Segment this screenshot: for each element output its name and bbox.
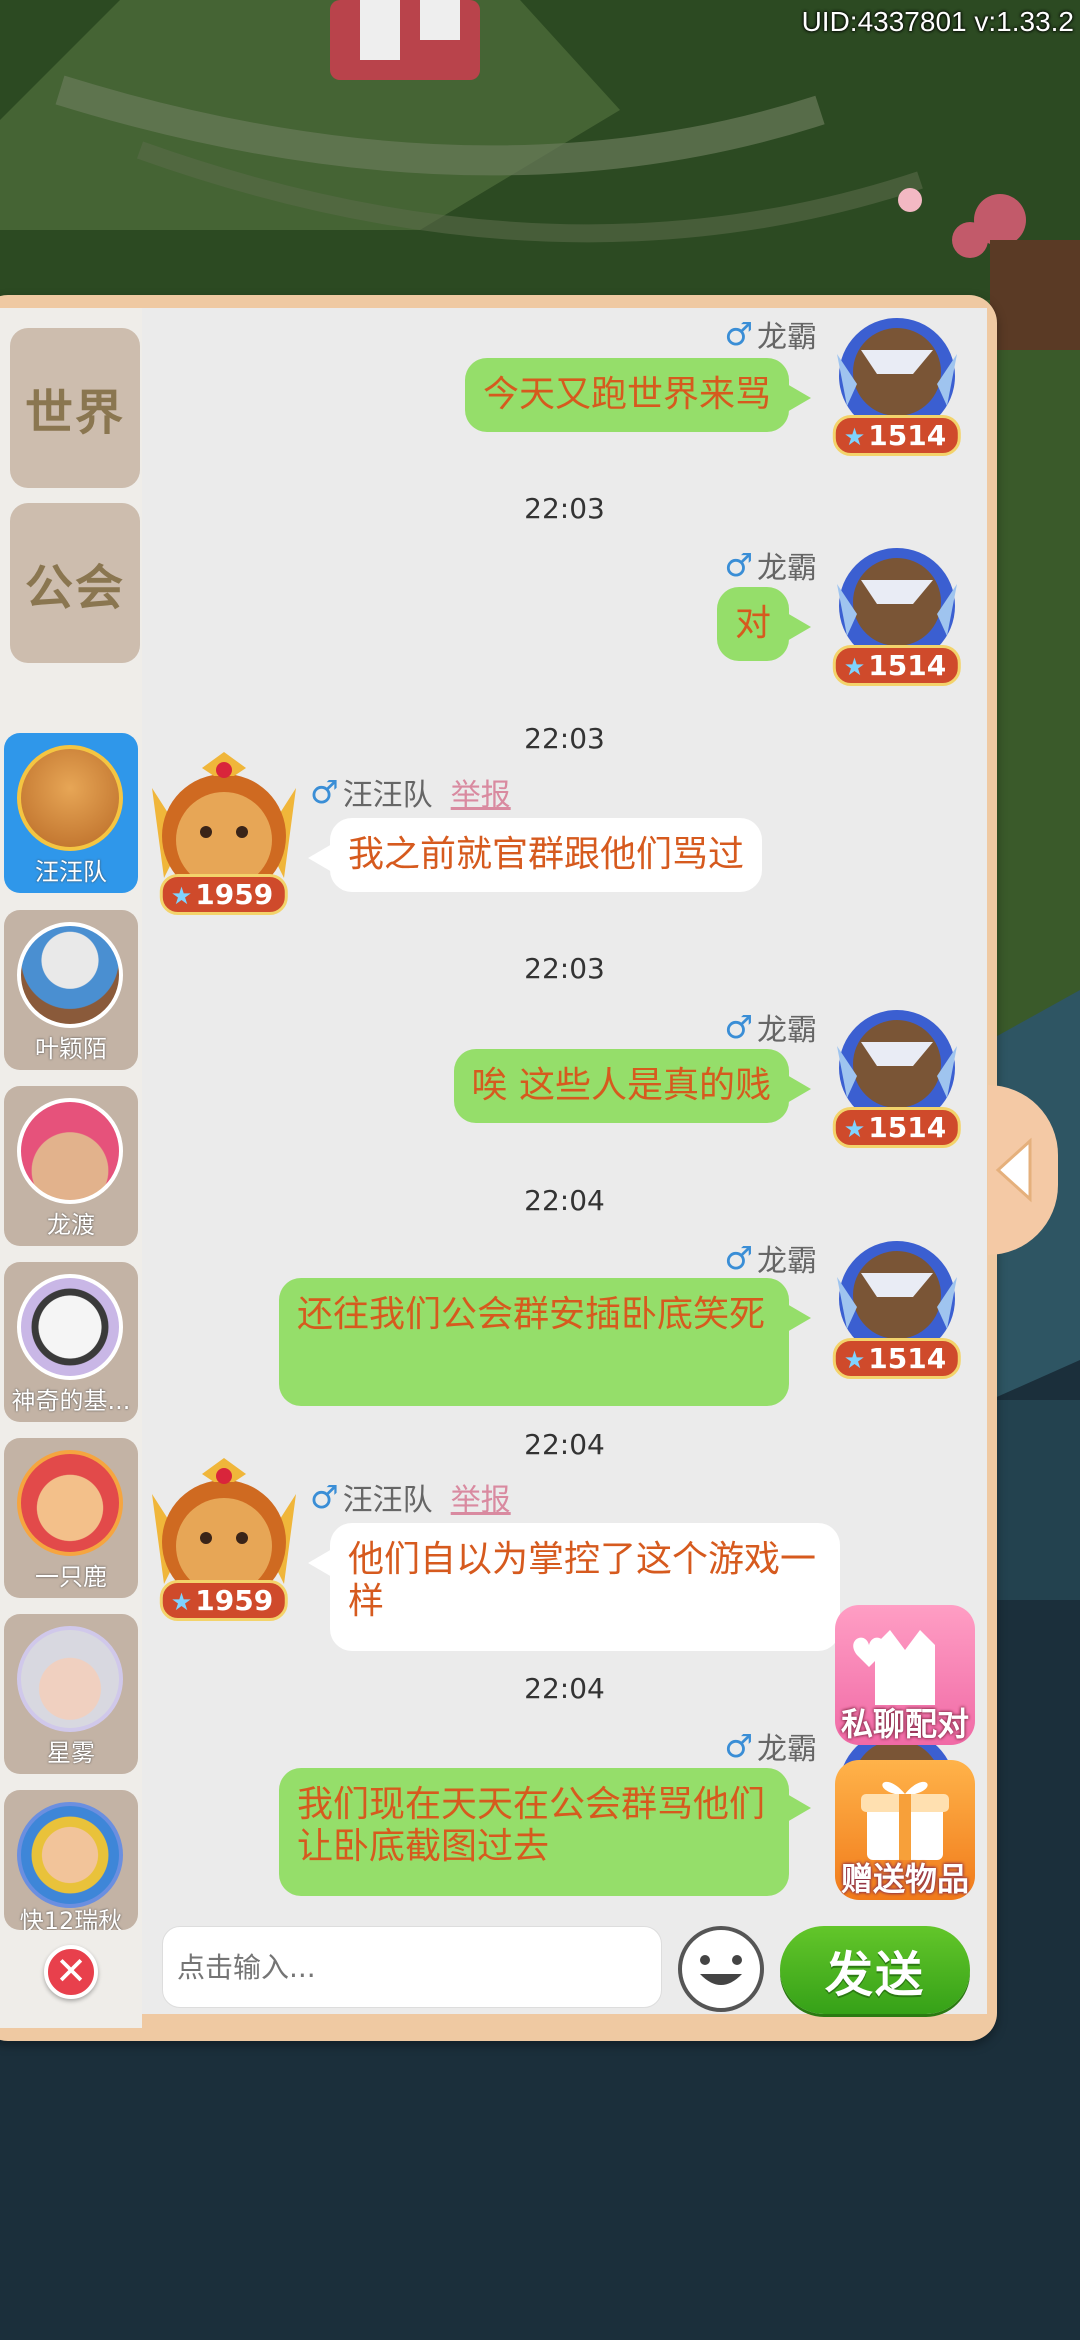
tab-guild[interactable]: 公会 bbox=[10, 503, 140, 663]
user-avatar[interactable]: ★ 1959 bbox=[144, 1454, 304, 1629]
contact-item-xingwu[interactable]: 星雾 bbox=[4, 1614, 138, 1774]
level-badge: 1514 bbox=[868, 1111, 947, 1144]
sender-label: ♂ 汪汪队 举报 bbox=[310, 1475, 511, 1519]
user-avatar[interactable]: ★ 1514 bbox=[817, 544, 977, 694]
chat-bubble-theirs: 他们自以为掌控了这个游戏一样 bbox=[308, 1523, 840, 1651]
chat-bubble-theirs: 我之前就官群跟他们骂过 bbox=[307, 818, 763, 892]
level-badge: 1514 bbox=[868, 1342, 947, 1375]
triangle-left-icon bbox=[995, 1137, 1032, 1203]
private-match-label: 私聊配对 bbox=[840, 1705, 969, 1743]
sender-label: ♂ 汪汪队 举报 bbox=[310, 770, 511, 814]
user-avatar[interactable]: ★ 1959 bbox=[144, 748, 304, 923]
chat-bubble-mine: 对 bbox=[716, 587, 812, 661]
timestamp: 22:04 bbox=[524, 1184, 605, 1217]
contact-name: 叶颖陌 bbox=[35, 1035, 107, 1063]
timestamp: 22:03 bbox=[524, 492, 605, 525]
sender-label: ♂ 龙霸 bbox=[724, 1239, 817, 1279]
contact-avatar bbox=[17, 1274, 123, 1380]
report-link[interactable]: 举报 bbox=[451, 770, 511, 814]
sender-label: ♂ 龙霸 bbox=[724, 1727, 817, 1767]
contact-name: 龙渡 bbox=[47, 1211, 95, 1239]
send-button[interactable]: 发送 bbox=[780, 1926, 970, 2014]
male-icon: ♂ bbox=[724, 546, 753, 584]
level-badge: 1959 bbox=[195, 878, 274, 911]
contact-name: 汪汪队 bbox=[35, 858, 107, 886]
male-icon: ♂ bbox=[310, 773, 339, 811]
tab-world[interactable]: 世界 bbox=[10, 328, 140, 488]
private-match-button[interactable]: 私聊配对 bbox=[835, 1605, 975, 1745]
male-icon: ♂ bbox=[724, 315, 753, 353]
contact-avatar bbox=[17, 1450, 123, 1556]
contact-name: 星雾 bbox=[47, 1739, 95, 1767]
channel-sidebar: 世界 公会 汪汪队 叶颖陌 龙渡 神奇的基... 一只鹿 星雾 快12瑞秋 bbox=[0, 308, 142, 2028]
chat-input[interactable] bbox=[162, 1926, 662, 2008]
chat-bubble-mine: 今天又跑世界来骂 bbox=[464, 358, 812, 432]
report-link[interactable]: 举报 bbox=[451, 1475, 511, 1519]
chat-bubble-mine: 唉 这些人是真的贱 bbox=[453, 1049, 812, 1123]
contact-name: 神奇的基... bbox=[11, 1387, 131, 1415]
contact-avatar bbox=[17, 1626, 123, 1732]
contact-avatar bbox=[17, 745, 123, 851]
contact-avatar bbox=[17, 922, 123, 1028]
contact-item-longdu[interactable]: 龙渡 bbox=[4, 1086, 138, 1246]
chat-bubble-mine: 我们现在天天在公会群骂他们 让卧底截图过去 bbox=[279, 1768, 811, 1896]
contact-item-yizhilu[interactable]: 一只鹿 bbox=[4, 1438, 138, 1598]
level-badge: 1959 bbox=[195, 1584, 274, 1617]
sender-label: ♂ 龙霸 bbox=[724, 546, 817, 586]
close-chat-button[interactable]: ✕ bbox=[44, 1945, 98, 1999]
male-icon: ♂ bbox=[724, 1239, 753, 1277]
user-avatar[interactable]: ★ 1514 bbox=[817, 1237, 977, 1387]
contact-avatar bbox=[17, 1098, 123, 1204]
level-badge: 1514 bbox=[868, 419, 947, 452]
chat-input-bar: 发送 bbox=[142, 1904, 987, 2014]
male-icon: ♂ bbox=[724, 1008, 753, 1046]
smiley-icon bbox=[700, 1955, 742, 1985]
collapse-panel-tab[interactable] bbox=[988, 1085, 1058, 1255]
contact-item-yeyingmo[interactable]: 叶颖陌 bbox=[4, 910, 138, 1070]
user-avatar[interactable]: ★ 1514 bbox=[817, 1006, 977, 1156]
contact-item-kuai12ruiqiu[interactable]: 快12瑞秋 bbox=[4, 1790, 138, 1930]
user-avatar[interactable]: ★ 1514 bbox=[817, 314, 977, 464]
emoji-button[interactable] bbox=[678, 1926, 764, 2012]
sender-label: ♂ 龙霸 bbox=[724, 1008, 817, 1048]
uid-version-label: UID:4337801 v:1.33.2 bbox=[801, 6, 1074, 37]
contact-avatar bbox=[17, 1802, 123, 1908]
send-gift-button[interactable]: 赠送物品 bbox=[835, 1760, 975, 1900]
sender-label: ♂ 龙霸 bbox=[724, 315, 817, 355]
chat-bubble-mine: 还往我们公会群安插卧底笑死 bbox=[279, 1278, 811, 1406]
contact-name: 快12瑞秋 bbox=[19, 1907, 123, 1930]
contact-item-shenqidejiji[interactable]: 神奇的基... bbox=[4, 1262, 138, 1422]
male-icon: ♂ bbox=[310, 1478, 339, 1516]
contact-name: 一只鹿 bbox=[35, 1563, 107, 1591]
contact-item-wangwangdui[interactable]: 汪汪队 bbox=[4, 733, 138, 893]
send-gift-label: 赠送物品 bbox=[840, 1860, 969, 1898]
male-icon: ♂ bbox=[724, 1727, 753, 1765]
level-badge: 1514 bbox=[868, 649, 947, 682]
close-icon: ✕ bbox=[55, 1949, 87, 1993]
timestamp: 22:03 bbox=[524, 952, 605, 985]
